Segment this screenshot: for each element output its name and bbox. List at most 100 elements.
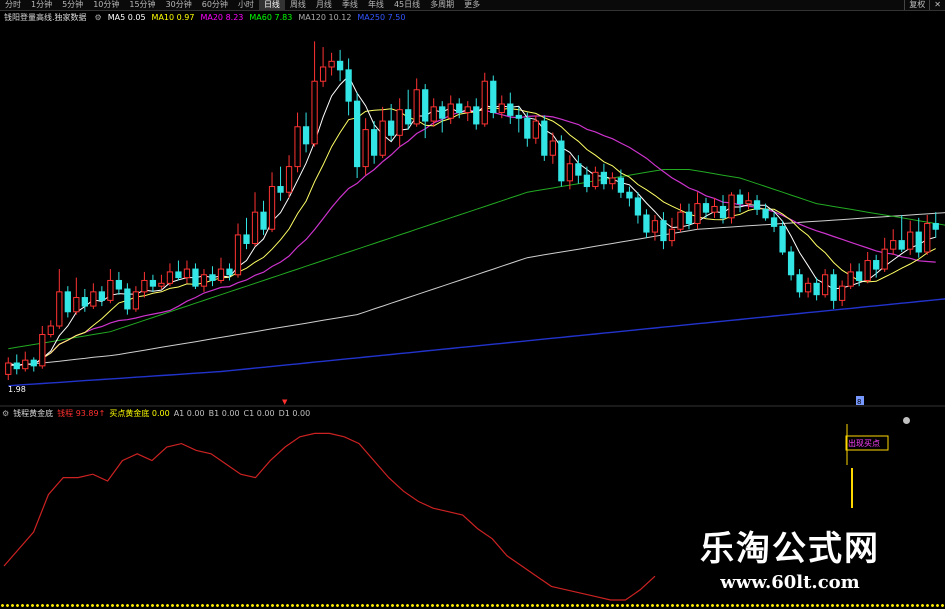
candle-body <box>124 288 131 310</box>
candle-body <box>736 194 744 205</box>
candle-body <box>217 268 225 281</box>
candle-body <box>753 200 761 210</box>
indicator-legend-item: 钱程 93.89↑ <box>57 409 106 418</box>
candle-body <box>422 89 429 122</box>
candle-body <box>294 126 301 168</box>
ma5-line <box>8 75 936 367</box>
candle-body <box>787 251 795 276</box>
candle-body <box>362 129 369 168</box>
price-chart: 1.98 ▼ 8 出现买点 <box>0 41 945 601</box>
date-marker: ▼ <box>282 398 288 406</box>
candle-body <box>651 220 659 233</box>
candle-body <box>200 274 208 287</box>
low-price-label: 1.98 <box>8 385 26 394</box>
candle-body <box>481 80 488 125</box>
candle-body <box>558 140 565 182</box>
candle-body <box>371 129 378 156</box>
candle-body <box>830 274 837 301</box>
candle-body <box>643 214 650 233</box>
candle-body <box>336 60 344 71</box>
indicator-legend-item: B1 0.00 <box>208 409 240 418</box>
right-marker-label: 8 <box>857 398 861 406</box>
indicator-legend-item: 买点黄金底 0.00 <box>109 409 170 418</box>
signal-label: 出现买点 <box>848 438 880 448</box>
candle-body <box>285 166 293 193</box>
candle-body <box>226 268 233 276</box>
candle-body <box>600 171 608 185</box>
candle-body <box>107 279 114 301</box>
candle-body <box>56 291 63 327</box>
candle-body <box>132 291 140 310</box>
candle-body <box>779 225 786 253</box>
candle-body <box>30 359 37 367</box>
candle-body <box>430 106 437 122</box>
candle-body <box>379 120 386 156</box>
candle-body <box>251 211 259 244</box>
candle-body <box>13 362 20 370</box>
candle-body <box>609 177 616 185</box>
candle-body <box>490 80 497 114</box>
candle-body <box>719 205 727 219</box>
candle-body <box>311 80 318 145</box>
candle-body <box>439 106 446 119</box>
candle-body <box>405 109 412 125</box>
watermark-url: www.60lt.com <box>720 572 860 593</box>
ma120-line <box>8 212 945 367</box>
ma60-line <box>8 169 945 350</box>
candle-body <box>728 194 735 219</box>
candle-body <box>524 117 531 139</box>
candle-body <box>175 271 182 279</box>
candle-body <box>634 197 642 216</box>
candle-body <box>762 208 769 219</box>
ma10-line <box>8 107 936 367</box>
candle-body <box>515 114 522 119</box>
candle-body <box>924 223 931 253</box>
candle-body <box>702 203 710 213</box>
candle-body <box>583 174 591 188</box>
signal-strip <box>0 603 945 608</box>
candle-body <box>498 103 505 114</box>
candle-body <box>839 285 846 301</box>
candle-body <box>260 211 267 230</box>
candle-body <box>660 220 667 242</box>
candle-body <box>47 325 54 336</box>
candle-body <box>319 66 327 82</box>
candle-body <box>243 234 250 244</box>
candle-body <box>64 291 71 313</box>
candle-body <box>796 274 803 293</box>
candle-body <box>456 103 463 114</box>
indicator-legend-item: A1 0.00 <box>173 409 205 418</box>
candle-body <box>158 282 165 287</box>
candle-body <box>507 103 514 116</box>
indicator-line <box>3 432 656 601</box>
candle-body <box>396 109 403 136</box>
candle-body <box>302 126 310 145</box>
candle-body <box>677 211 684 230</box>
candle-body <box>626 191 633 199</box>
candle-body <box>821 274 829 296</box>
candle-body <box>328 60 335 68</box>
settings-icon[interactable]: ⚙ <box>2 408 9 420</box>
candle-body <box>464 106 471 114</box>
candle-body <box>141 279 148 293</box>
circle-icon[interactable] <box>903 417 910 424</box>
candle-body <box>473 106 480 125</box>
candle-body <box>39 334 46 367</box>
candle-body <box>890 240 897 250</box>
candle-body <box>813 282 820 296</box>
indicator-legend-item: C1 0.00 <box>243 409 275 418</box>
candle-body <box>22 359 29 370</box>
indicator-legend-item: D1 0.00 <box>278 409 311 418</box>
candle-body <box>234 234 242 276</box>
candle-body <box>268 186 276 230</box>
indicator-name: 钱程黄金底 <box>13 409 54 418</box>
candle-body <box>898 240 905 250</box>
candle-body <box>81 297 88 307</box>
candle-body <box>192 268 199 287</box>
indicator-legend: ⚙ 钱程黄金底 钱程 93.89↑ 买点黄金底 0.00 A1 0.00 B1 0.0… <box>2 408 310 420</box>
candle-body <box>617 177 625 193</box>
candle-body <box>856 271 863 281</box>
candle-body <box>745 200 752 205</box>
candle-body <box>166 271 174 284</box>
candle-body <box>183 268 191 279</box>
